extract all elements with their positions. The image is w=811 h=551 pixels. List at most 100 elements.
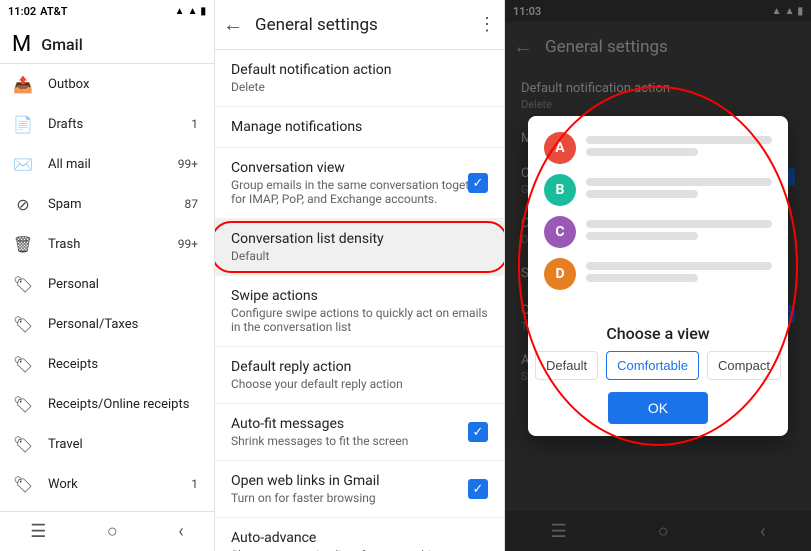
view-option-comfortable[interactable]: Comfortable [606,351,699,380]
spam-icon: ⊘ [12,193,34,215]
work-badge: 1 [191,477,198,491]
dialog-overlay: A B C [505,0,811,551]
sidebar-item-label: Work [48,477,191,492]
settings-row-auto-advance[interactable]: Auto-advance Show conversation list afte… [215,518,504,551]
dialog-box: A B C [528,116,788,436]
sidebar-item-allmail[interactable]: ✉️ All mail 99+ [0,144,214,184]
dialog-title: Choose a view [528,316,788,351]
ok-button[interactable]: OK [608,392,708,424]
settings-title: General settings [255,15,478,35]
text-line-short [586,148,698,156]
setting-label: Auto-advance [231,530,488,546]
sidebar-item-label: Personal/Taxes [48,317,198,332]
setting-sub: Delete [231,80,488,94]
setting-sub: Shrink messages to fit the screen [231,434,488,448]
setting-label: Default reply action [231,359,488,375]
setting-sub: Choose your default reply action [231,377,488,391]
nav-home-btn[interactable]: ○ [99,513,126,550]
sidebar-item-personal-taxes[interactable]: 🏷 Personal/Taxes [0,304,214,344]
settings-row-default-notification[interactable]: Default notification action Delete [215,50,504,107]
receipts-online-icon: 🏷 [12,393,34,415]
text-line-short [586,274,698,282]
sidebar-item-spam[interactable]: ⊘ Spam 87 [0,184,214,224]
allmail-icon: ✉️ [12,153,34,175]
avatar: D [544,258,576,290]
allmail-badge: 99+ [178,157,198,171]
settings-overlay: ← General settings ⋮ Default notificatio… [215,0,504,551]
sidebar-item-label: Receipts [48,357,198,372]
dialog-content: A B C [528,116,788,316]
checkbox-checked[interactable]: ✓ [468,422,488,442]
wifi-icon: ▲ [188,6,198,17]
sidebar-item-label: All mail [48,157,178,172]
sidebar-item-travel[interactable]: 🏷 Travel [0,424,214,464]
dialog-options: Default Comfortable Compact [528,351,788,380]
dialog-oval-wrapper: A B C [528,116,788,436]
dialog-text-lines [586,136,772,160]
setting-label: Conversation list density [231,231,488,247]
settings-row-auto-fit[interactable]: Auto-fit messages Shrink messages to fit… [215,404,504,461]
settings-row-web-links[interactable]: Open web links in Gmail Turn on for fast… [215,461,504,518]
time-left: 11:02 [8,5,36,18]
sidebar-content: M Gmail 📤 Outbox 📄 Drafts 1 ✉️ All mail … [0,22,214,511]
carrier-left: AT&T [40,5,67,18]
view-option-compact[interactable]: Compact [707,351,781,380]
sidebar-item-receipts[interactable]: 🏷 Receipts [0,344,214,384]
dialog-text-lines [586,262,772,286]
view-option-default[interactable]: Default [535,351,598,380]
text-line [586,178,772,186]
sidebar-item-label: Receipts/Online receipts [48,397,198,412]
sidebar-panel: 11:02 AT&T ▲ ▲ ▮ M Gmail 📤 Outbox 📄 Draf… [0,0,215,551]
sidebar-item-label: Travel [48,437,198,452]
setting-sub: Configure swipe actions to quickly act o… [231,306,488,334]
avatar: C [544,216,576,248]
back-button[interactable]: ← [223,12,243,37]
text-line [586,220,772,228]
text-line [586,136,772,144]
outbox-icon: 📤 [12,73,34,95]
setting-label: Swipe actions [231,288,488,304]
settings-row-default-reply[interactable]: Default reply action Choose your default… [215,347,504,404]
setting-label: Default notification action [231,62,488,78]
sidebar-item-receipts-online[interactable]: 🏷 Receipts/Online receipts [0,384,214,424]
sidebar-item-trash[interactable]: 🗑 Trash 99+ [0,224,214,264]
setting-sub: Turn on for faster browsing [231,491,488,505]
setting-label: Conversation view [231,160,488,176]
nav-menu-btn[interactable]: ☰ [22,513,54,550]
personal-taxes-icon: 🏷 [12,313,34,335]
travel-icon: 🏷 [12,433,34,455]
dialog-avatar-row: C [544,216,772,248]
sidebar-item-label: Outbox [48,77,198,92]
setting-sub: Group emails in the same conversation to… [231,178,488,206]
settings-row-manage-notifications[interactable]: Manage notifications [215,107,504,148]
more-button[interactable]: ⋮ [478,14,496,35]
checkbox-checked[interactable]: ✓ [468,479,488,499]
settings-row-swipe-actions[interactable]: Swipe actions Configure swipe actions to… [215,276,504,347]
sidebar-item-work[interactable]: 🏷 Work 1 [0,464,214,504]
gmail-icon: M [12,32,31,57]
sidebar-item-outbox[interactable]: 📤 Outbox [0,64,214,104]
checkbox-checked[interactable]: ✓ [468,173,488,193]
dialog-ok-area: OK [528,392,788,436]
personal-icon: 🏷 [12,273,34,295]
setting-label: Open web links in Gmail [231,473,488,489]
sidebar-item-personal[interactable]: 🏷 Personal [0,264,214,304]
settings-row-conversation-view[interactable]: Conversation view Group emails in the sa… [215,148,504,219]
receipts-icon: 🏷 [12,353,34,375]
signal-icon: ▲ [175,6,185,17]
drafts-icon: 📄 [12,113,34,135]
work-icon: 🏷 [12,473,34,495]
settings-header: ← General settings ⋮ [215,0,504,50]
dialog-avatar-row: A [544,132,772,164]
sidebar-item-drafts[interactable]: 📄 Drafts 1 [0,104,214,144]
battery-icon: ▮ [200,6,206,17]
sidebar-item-label: Trash [48,237,178,252]
avatar: B [544,174,576,206]
settings-row-conversation-list-density[interactable]: Conversation list density Default [215,219,504,276]
dialog-text-lines [586,220,772,244]
nav-back-btn[interactable]: ‹ [170,513,191,550]
setting-sub: Default [231,249,488,263]
drafts-badge: 1 [191,117,198,131]
settings-list: Default notification action Delete Manag… [215,50,504,551]
trash-icon: 🗑 [12,233,34,255]
